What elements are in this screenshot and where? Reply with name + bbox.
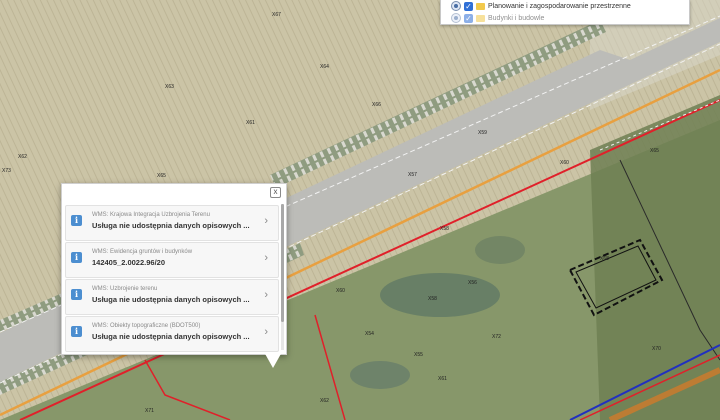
card-source: WMS: Uzbrojenie terenu [92,286,158,292]
info-card[interactable]: i WMS: Krajowa Integracja Uzbrojenia Ter… [65,205,279,241]
info-icon: i [71,252,82,263]
point-label: X72 [492,334,501,340]
info-card[interactable]: i WMS: Ewidencja gruntów i budynków 1424… [65,242,279,278]
card-value: 142405_2.0022.96/20 [92,258,165,267]
layer-checkbox[interactable]: ✓ [464,13,473,23]
card-source: WMS: Ewidencja gruntów i budynków [92,249,193,255]
shadow-patch [475,236,525,264]
info-icon: i [71,289,82,300]
layer-row[interactable]: ✓ Planowanie i zagospodarowanie przestrz… [451,1,631,11]
shadow-patch [350,361,410,389]
point-label: X62 [18,154,27,160]
point-label: X67 [272,12,281,18]
point-label: X57 [408,172,417,178]
info-icon: i [71,326,82,337]
shadow-patch [380,273,500,317]
point-label: X61 [246,120,255,126]
chevron-right-icon[interactable]: › [264,216,268,227]
point-label: X60 [336,288,345,294]
point-label: X61 [438,376,447,382]
layer-label[interactable]: Budynki i budowle [488,15,544,22]
card-source: WMS: Krajowa Integracja Uzbrojenia Teren… [92,212,210,218]
card-source: WMS: Obiekty topograficzne (BDOT500) [92,323,201,329]
point-label: X60 [560,160,569,166]
popup-pointer [264,352,282,368]
chevron-right-icon[interactable]: › [264,327,268,338]
info-icon: i [71,215,82,226]
layer-checkbox[interactable]: ✓ [464,1,473,11]
point-label: X70 [652,346,661,352]
point-label: X62 [320,398,329,404]
point-label: X63 [165,84,174,90]
layer-panel: ✓ Planowanie i zagospodarowanie przestrz… [440,0,690,25]
visibility-eye-icon[interactable] [451,13,461,23]
info-card[interactable]: i WMS: Uzbrojenie terenu Usługa nie udos… [65,279,279,315]
point-label: X58 [440,226,449,232]
point-label: X66 [372,102,381,108]
point-label: X71 [145,408,154,414]
point-label: X55 [414,352,423,358]
point-label: X59 [478,130,487,136]
folder-icon [476,2,485,10]
card-value: Usługa nie udostępnia danych opisowych .… [92,295,250,304]
point-label: X65 [157,173,166,179]
info-card[interactable]: i WMS: Obiekty topograficzne (BDOT500) U… [65,316,279,352]
chevron-right-icon[interactable]: › [264,253,268,264]
point-label: X58 [428,296,437,302]
point-label: X68 [600,256,609,262]
close-icon[interactable]: x [270,187,281,198]
point-label: X73 [2,168,11,174]
point-label: X64 [320,64,329,70]
chevron-right-icon[interactable]: › [264,290,268,301]
layer-row[interactable]: ✓ Budynki i budowle [451,13,544,23]
point-label: X54 [365,331,374,337]
feature-info-popup: x i WMS: Krajowa Integracja Uzbrojenia T… [61,183,287,355]
scrollbar-thumb[interactable] [281,204,284,322]
layer-label[interactable]: Planowanie i zagospodarowanie przestrzen… [488,3,631,10]
point-label: X56 [468,280,477,286]
card-value: Usługa nie udostępnia danych opisowych .… [92,332,250,341]
folder-icon [476,14,485,22]
point-label: X65 [650,148,659,154]
visibility-eye-icon[interactable] [451,1,461,11]
card-value: Usługa nie udostępnia danych opisowych .… [92,221,250,230]
